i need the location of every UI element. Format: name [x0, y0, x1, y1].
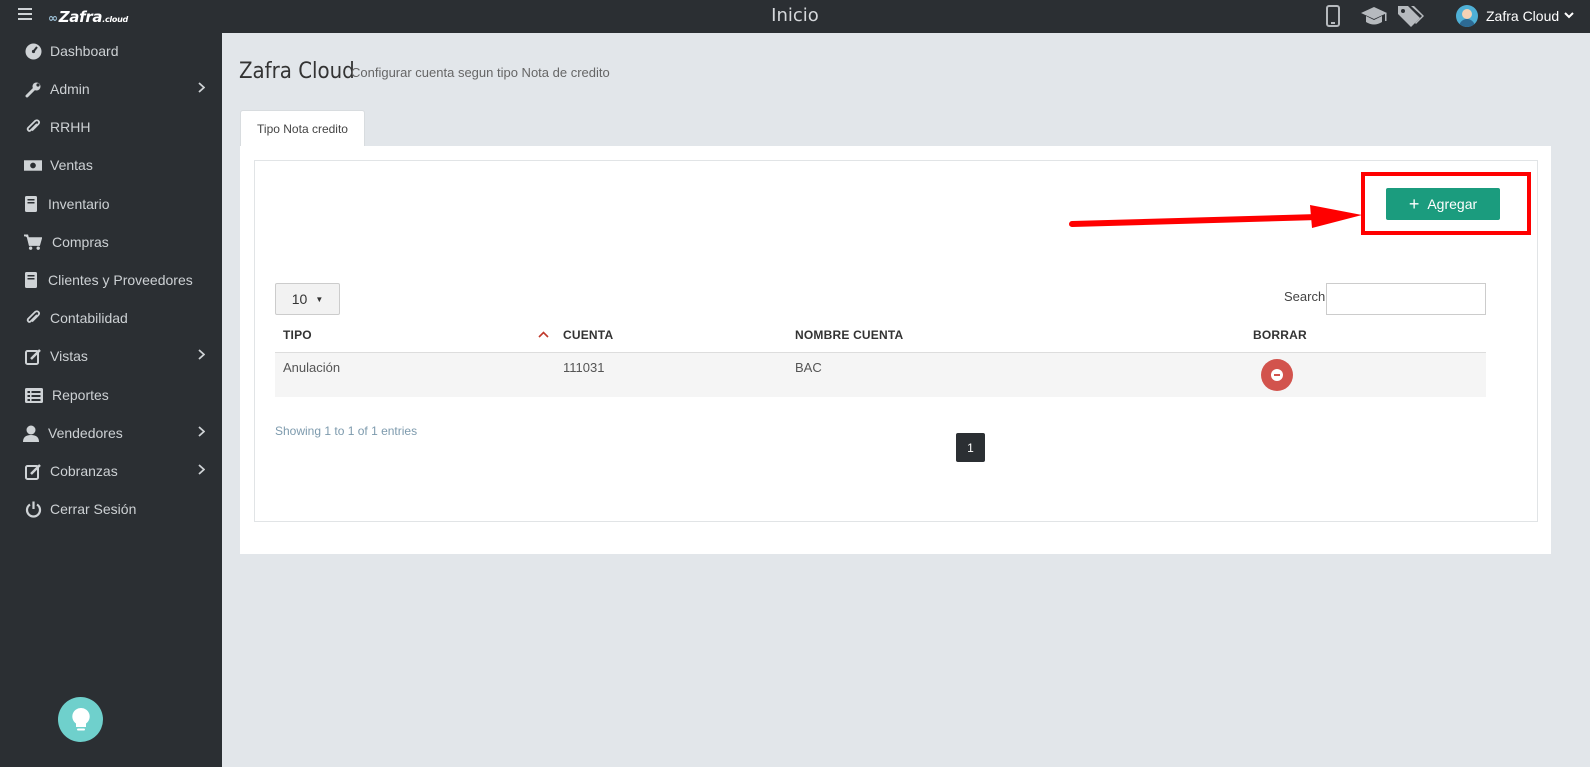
sidebar-item-clientes-y-proveedores[interactable]: Clientes y Proveedores — [0, 265, 222, 295]
top-bar: ∞Zafra.cloud Inicio Zafra Cloud — [0, 0, 1590, 33]
page-title: Zafra Cloud — [239, 59, 355, 84]
cell-cuenta: 111031 — [563, 360, 605, 375]
delete-button[interactable] — [1261, 359, 1293, 391]
sidebar-item-inventario[interactable]: Inventario — [0, 189, 222, 219]
column-header-tipo[interactable]: TIPO — [283, 328, 312, 342]
power-icon — [24, 500, 42, 518]
search-label: Search: — [1284, 289, 1329, 304]
main-content: Zafra Cloud Configurar cuenta segun tipo… — [222, 33, 1590, 767]
cell-tipo: Anulación — [283, 360, 341, 375]
avatar — [1456, 5, 1478, 27]
user-menu[interactable]: Zafra Cloud — [1456, 4, 1574, 28]
graduation-cap-icon[interactable] — [1360, 6, 1388, 31]
edit-icon — [24, 347, 42, 365]
chevron-right-icon — [198, 426, 206, 440]
minus-circle-icon — [1271, 369, 1283, 381]
dashboard-icon — [24, 42, 42, 60]
sidebar-item-rrhh[interactable]: RRHH — [0, 112, 222, 142]
book-icon — [22, 271, 40, 289]
pagination-page-button[interactable]: 1 — [956, 433, 985, 462]
wrench-icon — [24, 80, 42, 98]
tab-panel: + Agregar 10 ▼ Search: TIPO CUENTA NOMBR… — [240, 146, 1551, 554]
page-subtitle: Configurar cuenta segun tipo Nota de cre… — [351, 65, 610, 80]
sort-ascending-icon[interactable] — [538, 330, 549, 341]
tab-tipo-nota-credito[interactable]: Tipo Nota credito — [240, 110, 365, 147]
caret-down-icon: ▼ — [315, 294, 324, 304]
page-length-select[interactable]: 10 ▼ — [275, 283, 340, 315]
hamburger-icon[interactable] — [18, 8, 32, 22]
page-header-title: Inicio — [771, 5, 819, 26]
mobile-phone-icon[interactable] — [1326, 5, 1340, 32]
search-input[interactable] — [1326, 283, 1486, 315]
cell-nombre-cuenta: BAC — [795, 360, 822, 375]
column-header-borrar[interactable]: BORRAR — [1253, 328, 1307, 342]
lightbulb-icon[interactable] — [58, 697, 103, 742]
user-icon — [22, 424, 40, 442]
cart-icon — [24, 233, 42, 251]
table-info: Showing 1 to 1 of 1 entries — [275, 424, 418, 438]
sidebar-item-cerrar-sesion[interactable]: Cerrar Sesión — [0, 494, 222, 524]
book-icon — [22, 195, 40, 213]
sidebar-item-vistas[interactable]: Vistas — [0, 341, 222, 371]
plus-icon: + — [1408, 194, 1420, 214]
table-row — [275, 352, 1486, 397]
column-header-cuenta[interactable]: CUENTA — [563, 328, 613, 342]
user-name: Zafra Cloud — [1486, 8, 1560, 24]
sidebar-item-ventas[interactable]: Ventas — [0, 150, 222, 180]
sidebar-item-cobranzas[interactable]: Cobranzas — [0, 456, 222, 486]
sidebar-item-contabilidad[interactable]: Contabilidad — [0, 303, 222, 333]
paperclip-icon — [24, 309, 42, 327]
sidebar: Dashboard Admin RRHH Ventas Inventario C… — [0, 33, 222, 767]
annotation-arrow — [1069, 205, 1362, 228]
money-icon — [24, 156, 42, 174]
sidebar-item-compras[interactable]: Compras — [0, 227, 222, 257]
paperclip-icon — [24, 118, 42, 136]
logo[interactable]: ∞Zafra.cloud — [48, 8, 128, 26]
chevron-right-icon — [198, 82, 206, 96]
column-header-nombre-cuenta[interactable]: NOMBRE CUENTA — [795, 328, 903, 342]
list-icon — [25, 386, 43, 404]
sidebar-item-reportes[interactable]: Reportes — [0, 380, 222, 410]
chevron-right-icon — [198, 464, 206, 478]
edit-icon — [24, 462, 42, 480]
sidebar-item-admin[interactable]: Admin — [0, 74, 222, 104]
chevron-right-icon — [198, 349, 206, 363]
add-button[interactable]: + Agregar — [1386, 188, 1500, 220]
sidebar-item-vendedores[interactable]: Vendedores — [0, 418, 222, 448]
tags-icon[interactable] — [1397, 4, 1425, 33]
sidebar-item-dashboard[interactable]: Dashboard — [0, 36, 222, 66]
chevron-down-icon — [1564, 11, 1574, 22]
